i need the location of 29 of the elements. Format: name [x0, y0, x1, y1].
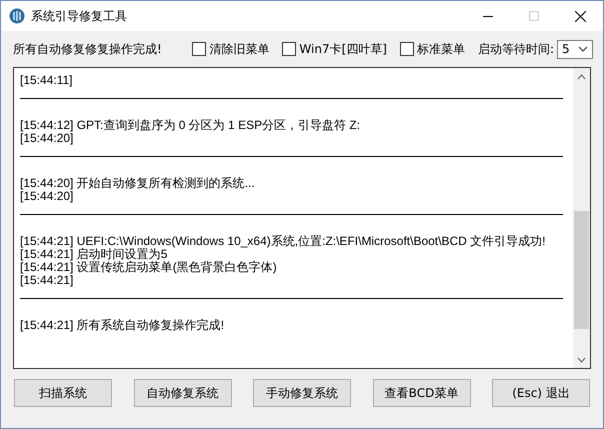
option-checkbox[interactable]: Win7卡[四叶草] — [282, 40, 387, 58]
maximize-icon — [529, 11, 539, 21]
log-line: [15:44:12] GPT:查询到盘序为 0 分区为 1 ESP分区，引导盘符 Z: — [20, 119, 362, 132]
close-icon — [574, 10, 586, 22]
action-button[interactable]: 自动修复系统 — [134, 379, 232, 407]
option-checkbox[interactable]: 清除旧菜单 — [192, 40, 270, 58]
log-line: [15:44:21] — [20, 274, 74, 287]
log-line: [15:44:20] — [20, 190, 74, 203]
option-checkbox[interactable]: 标准菜单 — [400, 40, 465, 58]
status-text: 所有自动修复修复操作完成! — [13, 40, 163, 58]
log-line: [15:44:21] 设置传统启动菜单(黑色背景白色字体) — [20, 261, 278, 274]
log-line: [15:44:20] 开始自动修复所有检测到的系统... — [20, 177, 256, 190]
action-button[interactable]: (Esc) 退出 — [492, 379, 590, 407]
scroll-down-icon[interactable] — [577, 356, 586, 362]
log-line: [15:44:11] — [20, 74, 74, 87]
scroll-up-icon[interactable] — [577, 74, 586, 80]
log-line: [15:44:20] — [20, 132, 74, 145]
action-button[interactable]: 查看BCD菜单 — [372, 379, 470, 407]
scrollbar-thumb[interactable] — [574, 211, 589, 329]
log-line: [15:44:21] UEFI:C:\Windows(Windows 10_x64)系统,位置:Z:\EFI\Microsoft\Boot\BCD 文件引导成功! — [20, 235, 546, 248]
log-line: [15:44:21] 所有系统自动修复操作完成! — [20, 319, 226, 332]
wait-time-dropdown[interactable]: 5 — [557, 40, 593, 58]
window-title: 系统引导修复工具 — [31, 8, 128, 24]
chevron-down-icon — [578, 46, 588, 52]
action-button[interactable]: 扫描系统 — [14, 379, 112, 407]
log-line: [15:44:21] 启动时间设置为5 — [20, 248, 168, 261]
app-icon — [9, 8, 25, 24]
action-button[interactable]: 手动修复系统 — [253, 379, 351, 407]
wait-time-label: 启动等待时间: — [478, 40, 554, 58]
